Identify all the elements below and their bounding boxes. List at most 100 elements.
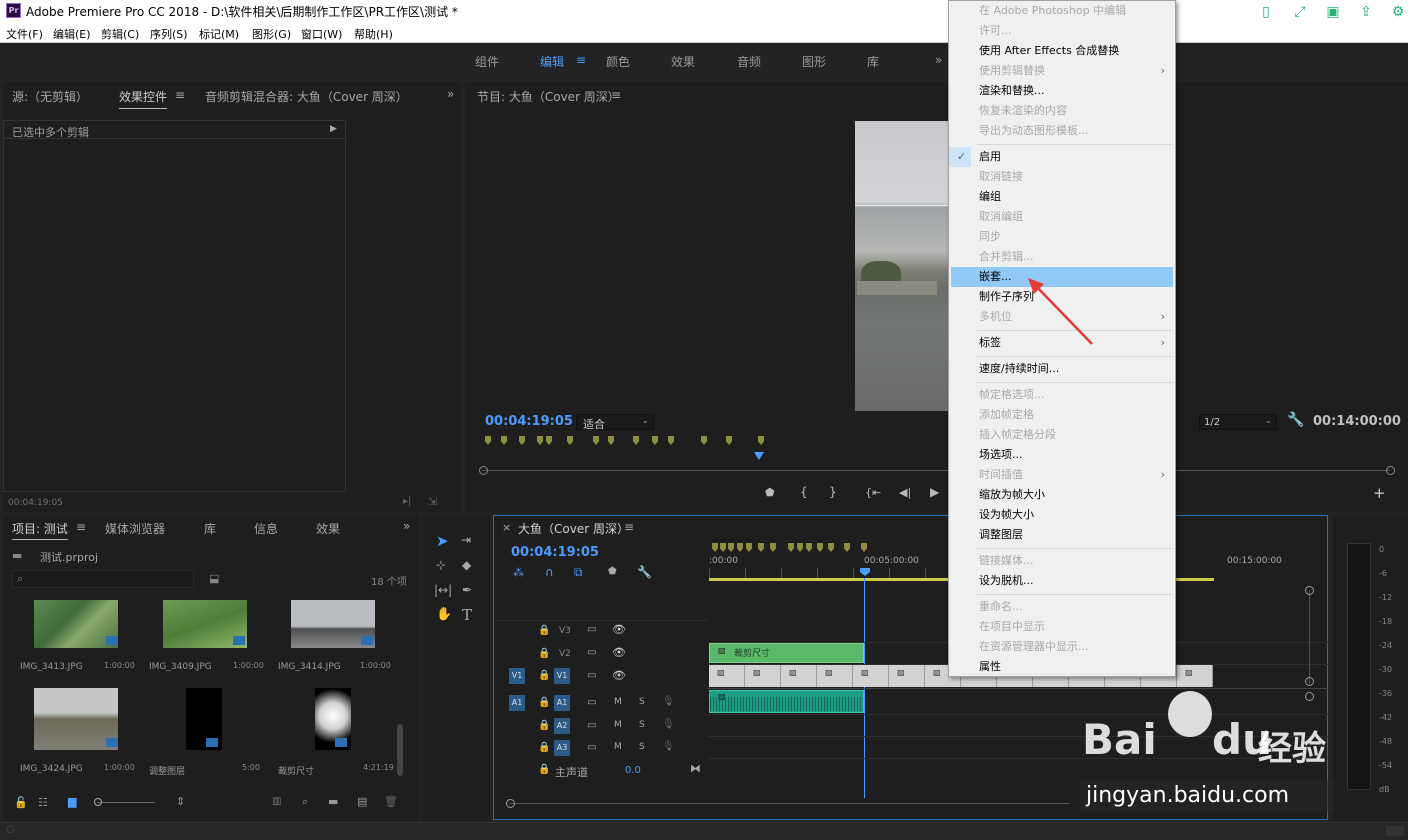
marker-icon[interactable]	[770, 543, 776, 552]
tab-audio-clip-mixer[interactable]: 音频剪辑混合器: 大鱼（Cover 周深）	[205, 88, 408, 105]
clip-v1[interactable]: ▨	[745, 665, 781, 687]
menu-clip[interactable]: 剪辑(C)	[101, 26, 139, 42]
workspace-graphics[interactable]: 图形	[802, 53, 826, 70]
tab-effects[interactable]: 效果	[316, 520, 340, 537]
lock-icon[interactable]: 🔒	[538, 648, 550, 659]
phone-icon[interactable]: ▯	[1256, 2, 1276, 22]
mute-button[interactable]: M	[614, 697, 622, 707]
mute-button[interactable]: M	[614, 720, 622, 730]
scrub-right-handle[interactable]	[1386, 466, 1395, 475]
new-bin-icon[interactable]: ▬	[328, 795, 338, 808]
sort-icon[interactable]: ⇕	[176, 795, 185, 808]
add-marker-icon[interactable]: ⬟	[608, 566, 617, 577]
save-icon[interactable]: ▣	[1323, 2, 1343, 22]
linked-selection-icon[interactable]: ⧉	[574, 565, 583, 580]
mark-in-icon[interactable]: {	[800, 485, 808, 499]
lock-icon[interactable]: 🔒	[538, 625, 550, 636]
source-patch-a1[interactable]: A1	[509, 695, 525, 711]
marker-icon[interactable]	[817, 543, 823, 552]
context-menu-item[interactable]: 使用 After Effects 合成替换	[949, 41, 1175, 61]
track-select-tool-icon[interactable]: ⇥	[461, 533, 471, 547]
eye-icon[interactable]: 👁	[612, 646, 626, 659]
context-menu-item[interactable]: 缩放为帧大小	[949, 485, 1175, 505]
timeline-horizontal-scroll[interactable]	[510, 803, 1070, 804]
settings-gear-icon[interactable]: ⚙	[1388, 2, 1408, 22]
go-to-in-out-icon[interactable]: ⧓	[690, 762, 701, 775]
project-item[interactable]: 调整图层 5:00	[142, 686, 268, 777]
sync-lock-icon[interactable]: ▭	[587, 647, 596, 658]
track-target-a1[interactable]: A1	[554, 695, 570, 711]
marker-icon[interactable]	[844, 543, 850, 552]
context-menu-item[interactable]: 场选项...	[949, 445, 1175, 465]
marker-icon[interactable]	[485, 436, 491, 445]
marker-icon[interactable]	[701, 436, 707, 445]
marker-icon[interactable]	[728, 543, 734, 552]
menu-marker[interactable]: 标记(M)	[199, 26, 239, 42]
program-scrub-bar-right[interactable]	[1176, 470, 1390, 471]
clip-a1-audio[interactable]: ▨	[709, 690, 864, 713]
play-icon[interactable]: ▶	[930, 485, 939, 499]
list-view-icon[interactable]: ☷	[38, 796, 48, 809]
workspace-audio[interactable]: 音频	[737, 53, 761, 70]
workspace-libraries[interactable]: 库	[867, 53, 879, 70]
project-item[interactable]: 裁剪尺寸 4:21:19	[274, 686, 400, 777]
play-triangle-icon[interactable]: ▶	[330, 124, 337, 134]
resolution-select[interactable]: 1/2 ⌄	[1199, 414, 1277, 430]
timeline-settings-wrench-icon[interactable]: 🔧	[637, 565, 652, 579]
project-menu-icon[interactable]: ≡	[76, 520, 86, 534]
panel-menu-icon[interactable]: ≡	[175, 88, 185, 102]
menu-file[interactable]: 文件(F)	[6, 26, 43, 42]
source-patch-v1[interactable]: V1	[509, 668, 525, 684]
program-scrub-bar[interactable]	[482, 470, 948, 471]
tab-effect-controls[interactable]: 效果控件	[119, 88, 168, 109]
tab-source[interactable]: 源:（无剪辑）	[12, 88, 88, 105]
eye-icon[interactable]: 👁	[612, 669, 626, 682]
close-icon[interactable]: ×	[502, 521, 511, 534]
context-menu-item[interactable]: 速度/持续时间...	[949, 359, 1175, 379]
tab-project[interactable]: 项目: 测试	[12, 520, 68, 540]
marker-icon[interactable]	[668, 436, 674, 445]
marker-icon[interactable]	[608, 436, 614, 445]
project-item[interactable]: IMG_3414.JPG 1:00:00	[274, 598, 400, 682]
sync-lock-icon[interactable]: ▭	[587, 670, 596, 681]
timeline-timecode[interactable]: 00:04:19:05	[511, 545, 599, 560]
lock-icon[interactable]: 🔒	[538, 742, 550, 753]
tab-libraries[interactable]: 库	[204, 520, 216, 537]
zoom-handle[interactable]	[1305, 586, 1314, 595]
microphone-icon[interactable]: 🎙	[662, 696, 675, 707]
sync-lock-icon[interactable]: ▭	[587, 624, 596, 635]
lock-icon[interactable]: 🔒	[538, 670, 550, 681]
context-menu-item[interactable]: 编组	[949, 187, 1175, 207]
marker-icon[interactable]	[720, 543, 726, 552]
trash-icon[interactable]: 🗑	[384, 795, 398, 808]
marker-icon[interactable]	[758, 543, 764, 552]
solo-button[interactable]: S	[639, 742, 645, 752]
expand-icon[interactable]: ⤢	[1290, 2, 1310, 22]
new-item-icon[interactable]: ▤	[357, 795, 367, 808]
type-tool-icon[interactable]: T	[462, 606, 472, 624]
sync-lock-icon[interactable]: ▭	[587, 742, 596, 753]
clip-v1[interactable]: ▨	[1177, 665, 1213, 687]
nest-toggle-icon[interactable]: ⁂	[513, 566, 524, 579]
workspace-overflow-icon[interactable]: »	[935, 53, 942, 67]
clip-v1[interactable]: ▨	[889, 665, 925, 687]
menu-graphics[interactable]: 图形(G)	[252, 26, 291, 42]
sync-lock-icon[interactable]: ▭	[587, 697, 596, 708]
hand-tool-icon[interactable]: ✋	[436, 607, 452, 622]
pen-tool-icon[interactable]: ✒	[462, 583, 472, 597]
tab-media-browser[interactable]: 媒体浏览器	[105, 520, 165, 537]
project-item[interactable]: IMG_3413.JPG 1:00:00	[12, 598, 138, 682]
step-back-icon[interactable]: ◀|	[899, 486, 911, 499]
mark-out-icon[interactable]: }	[829, 485, 837, 499]
track-target-v1[interactable]: V1	[554, 668, 570, 684]
master-volume[interactable]: 0.0	[625, 765, 641, 776]
clip-v1[interactable]: ▨	[781, 665, 817, 687]
workspace-assembly[interactable]: 组件	[475, 53, 499, 70]
timeline-title[interactable]: 大鱼（Cover 周深）	[518, 520, 629, 537]
marker-icon[interactable]	[546, 436, 552, 445]
context-menu-item[interactable]: 调整图层	[949, 525, 1175, 545]
panel-overflow-icon[interactable]: »	[447, 87, 454, 101]
marker-icon[interactable]	[537, 436, 543, 445]
marker-icon[interactable]	[726, 436, 732, 445]
timeline-menu-icon[interactable]: ≡	[624, 520, 634, 534]
